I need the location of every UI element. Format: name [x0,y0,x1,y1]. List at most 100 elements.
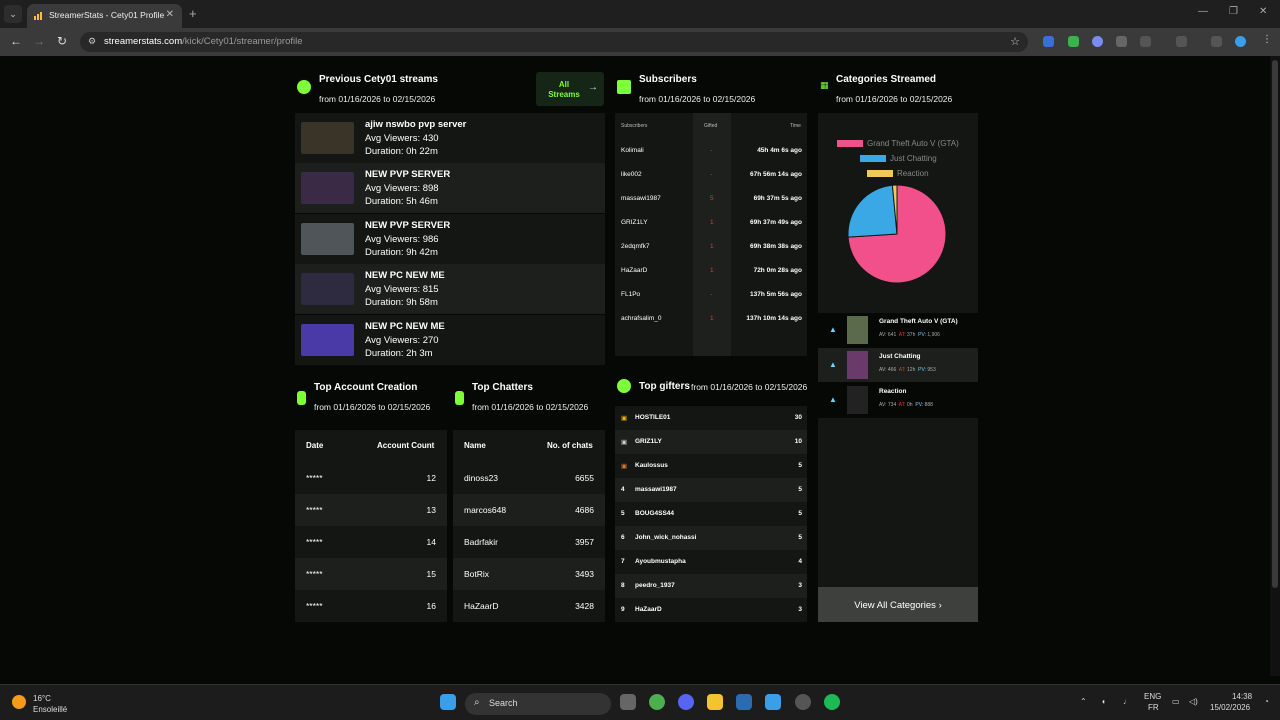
category-item[interactable]: ▲ Reaction AV: 734 AT: 0h PV: 888 [818,383,978,417]
tab-active[interactable]: StreamerStats - Cety01 Profile ✕ [27,4,182,28]
search-placeholder: Search [489,698,518,708]
site-info-icon[interactable]: ⚙ [88,36,96,47]
spotify-icon[interactable] [824,694,840,710]
gifter-name: massawi1987 [635,486,677,493]
volume-icon[interactable]: ◁) [1189,697,1198,706]
stream-thumbnail [301,172,354,204]
stream-title: NEW PVP SERVER [365,220,451,231]
legend-swatch [867,170,893,178]
chatters-title: Top Chatters [472,382,533,393]
stream-item[interactable]: NEW PVP SERVER Avg Viewers: 986 Duration… [295,214,605,264]
category-item[interactable]: ▲ Just Chatting AV: 466 AT: 12h PV: 953 [818,348,978,382]
notifications-bell-icon[interactable]: ◔ [1264,697,1269,706]
subscriber-time: 69h 37m 5s ago [753,195,802,202]
extension-shield-icon[interactable] [1068,36,1079,47]
start-windows-icon[interactable] [440,694,456,710]
account-count: 14 [426,537,436,547]
table-row: 6 John_wick_nohassi 5 [615,526,807,550]
taskbar-search[interactable]: ⌕ Search [465,693,611,715]
tray-chevron-up-icon[interactable]: ⌃ [1080,697,1087,706]
scrollbar-thumb[interactable] [1272,60,1278,588]
account-count: 13 [426,505,436,515]
category-stats: AV: 734 AT: 0h PV: 888 [879,402,933,408]
table-row: ▣ HOSTILE01 30 [615,406,807,430]
category-name: Reaction [879,388,907,395]
gifter-count: 5 [798,462,802,469]
category-at: 12h [907,367,916,373]
extension-circle-icon[interactable] [1092,36,1103,47]
new-tab-icon[interactable]: + [189,6,197,21]
subscriber-gifted: 5 [710,195,714,202]
gifter-name: GRIZ1LY [635,438,662,445]
network-icon[interactable]: ▭ [1172,697,1180,706]
weather-temp[interactable]: 16°C [33,694,51,703]
task-view-icon[interactable] [620,694,636,710]
subscriber-name: 2edqmfk7 [621,243,650,250]
minimize-icon[interactable]: — [1198,6,1208,17]
subscriber-gifted: 1 [710,219,714,226]
mic-icon[interactable]: ♩ [1123,697,1131,706]
table-row: ***** 14 [295,526,447,558]
gifter-count: 10 [794,438,802,445]
chatter-name: dinoss23 [464,473,499,483]
forward-icon[interactable]: → [33,34,45,48]
maximize-icon[interactable]: ❐ [1229,6,1238,17]
gifters-title: Top gifters [639,381,690,392]
close-tab-icon[interactable]: ✕ [166,9,174,20]
search-icon: ⌕ [474,697,480,708]
scrollbar[interactable] [1270,56,1280,676]
stream-viewers: Avg Viewers: 898 [365,183,439,194]
stream-duration: Duration: 0h 22m [365,146,438,157]
language-fr[interactable]: FR [1148,703,1159,712]
url-bar[interactable]: ⚙ streamerstats.com/kick/Cety01/streamer… [80,32,1028,52]
extensions-puzzle-icon[interactable] [1140,36,1151,47]
chatter-count: 3957 [575,537,594,547]
reload-icon[interactable]: ↻ [57,34,67,48]
all-streams-button[interactable]: All Streams → [536,72,604,106]
discord-icon[interactable] [678,694,694,710]
clock-time[interactable]: 14:38 [1232,692,1252,701]
more-menu-icon[interactable]: ⋮ [1262,34,1273,45]
clock-date[interactable]: 15/02/2026 [1210,703,1250,712]
photos-icon[interactable] [765,694,781,710]
trend-up-icon: ▲ [829,325,837,334]
gifter-name: HOSTILE01 [635,414,671,421]
chatter-count: 3428 [575,601,594,611]
steam-icon[interactable] [795,694,811,710]
close-window-icon[interactable]: ✕ [1259,6,1267,17]
back-icon[interactable]: ← [10,34,22,48]
stream-title: NEW PVP SERVER [365,169,451,180]
stream-thumbnail [301,273,354,305]
profile-avatar[interactable] [1235,36,1246,47]
headset-icon[interactable]: ◖ [1101,697,1106,706]
language-eng[interactable]: ENG [1144,692,1161,701]
app-icon[interactable] [736,694,752,710]
view-all-categories-button[interactable]: View All Categories › [818,587,978,622]
tab-search-button[interactable]: ⌄ [4,5,22,23]
stream-item[interactable]: NEW PC NEW ME Avg Viewers: 270 Duration:… [295,315,605,365]
extension-picture-icon[interactable] [1116,36,1127,47]
chrome-icon[interactable] [649,694,665,710]
password-key-icon[interactable] [1176,36,1187,47]
media-control-icon[interactable] [1211,36,1222,47]
account-date: ***** [306,505,323,515]
gifter-count: 5 [798,534,802,541]
stream-viewers: Avg Viewers: 986 [365,234,439,245]
sub-col-gifted: Gifted [704,123,718,129]
stream-title: NEW PC NEW ME [365,270,445,281]
bookmark-star-icon[interactable]: ☆ [1010,35,1020,48]
subscriber-gifted: - [710,147,713,154]
weather-sun-icon[interactable] [12,695,26,709]
pie-slice-just-chatting [847,184,898,238]
weather-desc[interactable]: Ensoleillé [33,705,67,714]
table-row: dinoss23 6655 [453,462,605,494]
stream-item[interactable]: NEW PC NEW ME Avg Viewers: 815 Duration:… [295,264,605,314]
category-item[interactable]: ▲ Grand Theft Auto V (GTA) AV: 641 AT: 3… [818,313,978,347]
file-explorer-icon[interactable] [707,694,723,710]
account-date: ***** [306,569,323,579]
table-row: ***** 16 [295,590,447,622]
star-icon [617,80,631,94]
extension-audio-icon[interactable] [1043,36,1054,47]
stream-item[interactable]: ajiw nswbo pvp server Avg Viewers: 430 D… [295,113,605,163]
stream-item[interactable]: NEW PVP SERVER Avg Viewers: 898 Duration… [295,163,605,213]
